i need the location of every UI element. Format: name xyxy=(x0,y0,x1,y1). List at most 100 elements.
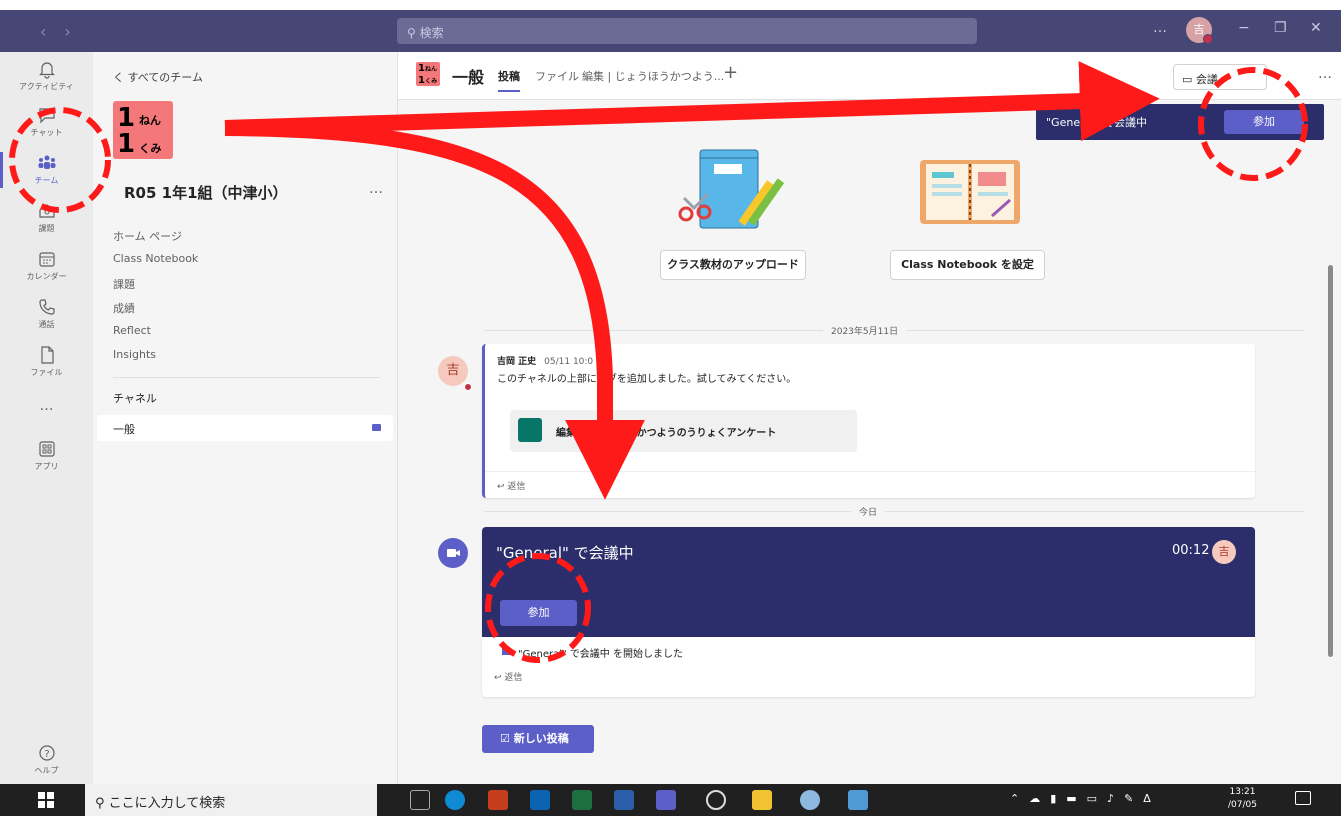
meet-button[interactable]: ▭ 会議 xyxy=(1173,64,1267,90)
meeting-title: "General" で会議中 xyxy=(496,544,634,562)
rail-teams[interactable]: チーム xyxy=(0,152,93,188)
calendar-icon xyxy=(38,252,55,267)
channel-name: 一般 xyxy=(452,68,485,87)
add-tab-button[interactable]: + xyxy=(723,62,738,83)
new-post-button[interactable]: ☑ 新しい投稿 xyxy=(482,725,594,753)
meeting-avatar xyxy=(438,538,468,568)
team-link-class-notebook[interactable]: Class Notebook xyxy=(113,252,198,265)
date-label: 今日 xyxy=(851,505,886,518)
rail-chat[interactable]: チャット xyxy=(0,104,93,138)
tab-survey[interactable]: 編集 | じょうほうかつよう... xyxy=(582,68,724,84)
all-teams-link[interactable]: く すべてのチーム xyxy=(113,69,203,85)
new-post-label: 新しい投稿 xyxy=(513,732,569,745)
meeting-post-header: "General" で会議中 00:12 吉 参加 xyxy=(482,527,1255,637)
upload-materials-button[interactable]: クラス教材のアップロード xyxy=(660,250,806,280)
title-bar: ‹› ⚲ 検索 … 吉 − ❐ ✕ xyxy=(0,0,1341,52)
teams-window: ‹› ⚲ 検索 … 吉 − ❐ ✕ アクティビティ チャット チーム 課題 カレ… xyxy=(0,0,1341,816)
rail-apps[interactable]: アプリ xyxy=(0,438,93,472)
rail-label: ファイル xyxy=(30,368,63,377)
search-icon: ⚲ xyxy=(407,26,420,40)
team-logo-text: 1 xyxy=(117,129,136,159)
meeting-banner: "General" で会議中 参加 xyxy=(1036,104,1324,140)
excel-icon[interactable] xyxy=(572,790,592,810)
rail-label: ヘルプ xyxy=(34,766,59,775)
participant-avatar[interactable]: 吉 xyxy=(1212,540,1236,564)
windows-start-icon[interactable] xyxy=(38,792,54,808)
file-explorer-icon[interactable] xyxy=(752,790,772,810)
rail-calendar[interactable]: カレンダー xyxy=(0,248,93,282)
rail-label: チーム xyxy=(34,176,59,185)
file-icon xyxy=(40,346,54,364)
channel-header: 1ねん 1くみ 一般 投稿 ファイル 編集 | じょうほうかつよう... + ▭ … xyxy=(398,52,1341,100)
search-input[interactable]: ⚲ 検索 xyxy=(397,18,977,44)
rail-label: 課題 xyxy=(38,224,55,233)
team-logo-text: ねん xyxy=(139,114,161,127)
clock-time: 13:21 xyxy=(1229,787,1256,797)
posts-scrollbar[interactable] xyxy=(1328,265,1333,657)
notification-icon[interactable] xyxy=(1295,791,1311,805)
team-link-home[interactable]: ホーム ページ xyxy=(113,228,182,244)
team-link-assignments[interactable]: 課題 xyxy=(113,276,135,292)
rail-calls[interactable]: 通話 xyxy=(0,296,93,330)
phone-icon xyxy=(38,299,55,315)
paint-icon[interactable] xyxy=(800,790,820,810)
assignments-icon xyxy=(38,204,55,218)
team-link-insights[interactable]: Insights xyxy=(113,348,156,361)
history-nav[interactable]: ‹› xyxy=(40,22,89,41)
rail-activity[interactable]: アクティビティ xyxy=(0,58,93,92)
team-link-reflect[interactable]: Reflect xyxy=(113,324,151,337)
teams-taskbar-icon[interactable] xyxy=(656,790,676,810)
powerpoint-icon[interactable] xyxy=(488,790,508,810)
team-link-grades[interactable]: 成績 xyxy=(113,300,135,316)
tab-card[interactable]: 編集 | じょうほうかつようのうりょくアンケート xyxy=(510,410,857,452)
app-rail: アクティビティ チャット チーム 課題 カレンダー 通話 ファイル … アプリ … xyxy=(0,52,93,784)
tab-files[interactable]: ファイル xyxy=(535,68,579,84)
minimize-button[interactable]: − xyxy=(1238,20,1250,36)
meeting-banner-text: "General" で会議中 xyxy=(1046,116,1147,129)
divider xyxy=(113,377,380,378)
reply-label: ↩ 返信 xyxy=(497,482,526,492)
restore-button[interactable]: ❐ xyxy=(1274,20,1287,36)
settings-more-button[interactable]: … xyxy=(1153,20,1167,36)
taskbar-search-input[interactable]: ⚲ ここに入力して検索 xyxy=(85,784,377,816)
compose-icon: ☑ xyxy=(500,732,514,745)
tab-posts[interactable]: 投稿 xyxy=(498,68,520,92)
tab-card-title: 編集 | じょうほうかつようのうりょくアンケート xyxy=(556,428,777,439)
team-more-button[interactable]: … xyxy=(369,181,383,197)
meeting-join-button[interactable]: 参加 xyxy=(500,600,577,626)
author-avatar[interactable]: 吉 xyxy=(438,356,468,386)
reply-link[interactable]: ↩ 返信 xyxy=(494,670,522,683)
word-icon[interactable] xyxy=(614,790,634,810)
video-icon xyxy=(447,549,460,557)
apps-icon xyxy=(38,441,55,457)
close-button[interactable]: ✕ xyxy=(1310,20,1322,36)
channel-more-button[interactable]: … xyxy=(1318,66,1332,82)
rail-more[interactable]: … xyxy=(0,398,93,414)
taskbar-clock[interactable]: 13:21 /07/05 xyxy=(1228,786,1257,812)
outlook-icon[interactable] xyxy=(530,790,550,810)
profile-avatar[interactable]: 吉 xyxy=(1186,17,1213,44)
post-card: 吉岡 正史 05/11 10:0 このチャネルの上部にタブを追加しました。試してみ… xyxy=(482,344,1255,498)
team-logo-text: 1 xyxy=(117,103,136,133)
edge-icon[interactable] xyxy=(445,790,465,810)
rail-assignments[interactable]: 課題 xyxy=(0,200,93,234)
clock-date: /07/05 xyxy=(1228,800,1257,810)
forms-app-icon xyxy=(518,418,542,442)
setup-class-notebook-button[interactable]: Class Notebook を設定 xyxy=(890,250,1045,280)
task-view-icon[interactable] xyxy=(410,790,430,810)
channels-header: チャネル xyxy=(113,392,157,405)
system-tray-icons[interactable]: ⌃☁▮▬▭♪✎Δ xyxy=(1010,792,1161,805)
reply-bar[interactable]: ↩ 返信 xyxy=(485,471,1255,498)
help-icon: ? xyxy=(38,745,55,761)
rail-label: 通話 xyxy=(38,320,55,329)
channel-item-general[interactable]: 一般 xyxy=(97,415,393,441)
post-author: 吉岡 正史 xyxy=(497,357,537,367)
post-author-line: 吉岡 正史 05/11 10:0 xyxy=(497,354,593,367)
team-panel: く すべてのチーム 1 ねん 1 くみ R05 1年1組（中津小） … ホーム … xyxy=(93,52,398,784)
alarm-clock-icon[interactable] xyxy=(706,790,726,810)
rail-help[interactable]: ? ヘルプ xyxy=(0,742,93,776)
app-icon[interactable] xyxy=(848,790,868,810)
banner-join-button[interactable]: 参加 xyxy=(1224,110,1304,134)
upload-illustration xyxy=(678,149,785,229)
rail-files[interactable]: ファイル xyxy=(0,344,93,378)
